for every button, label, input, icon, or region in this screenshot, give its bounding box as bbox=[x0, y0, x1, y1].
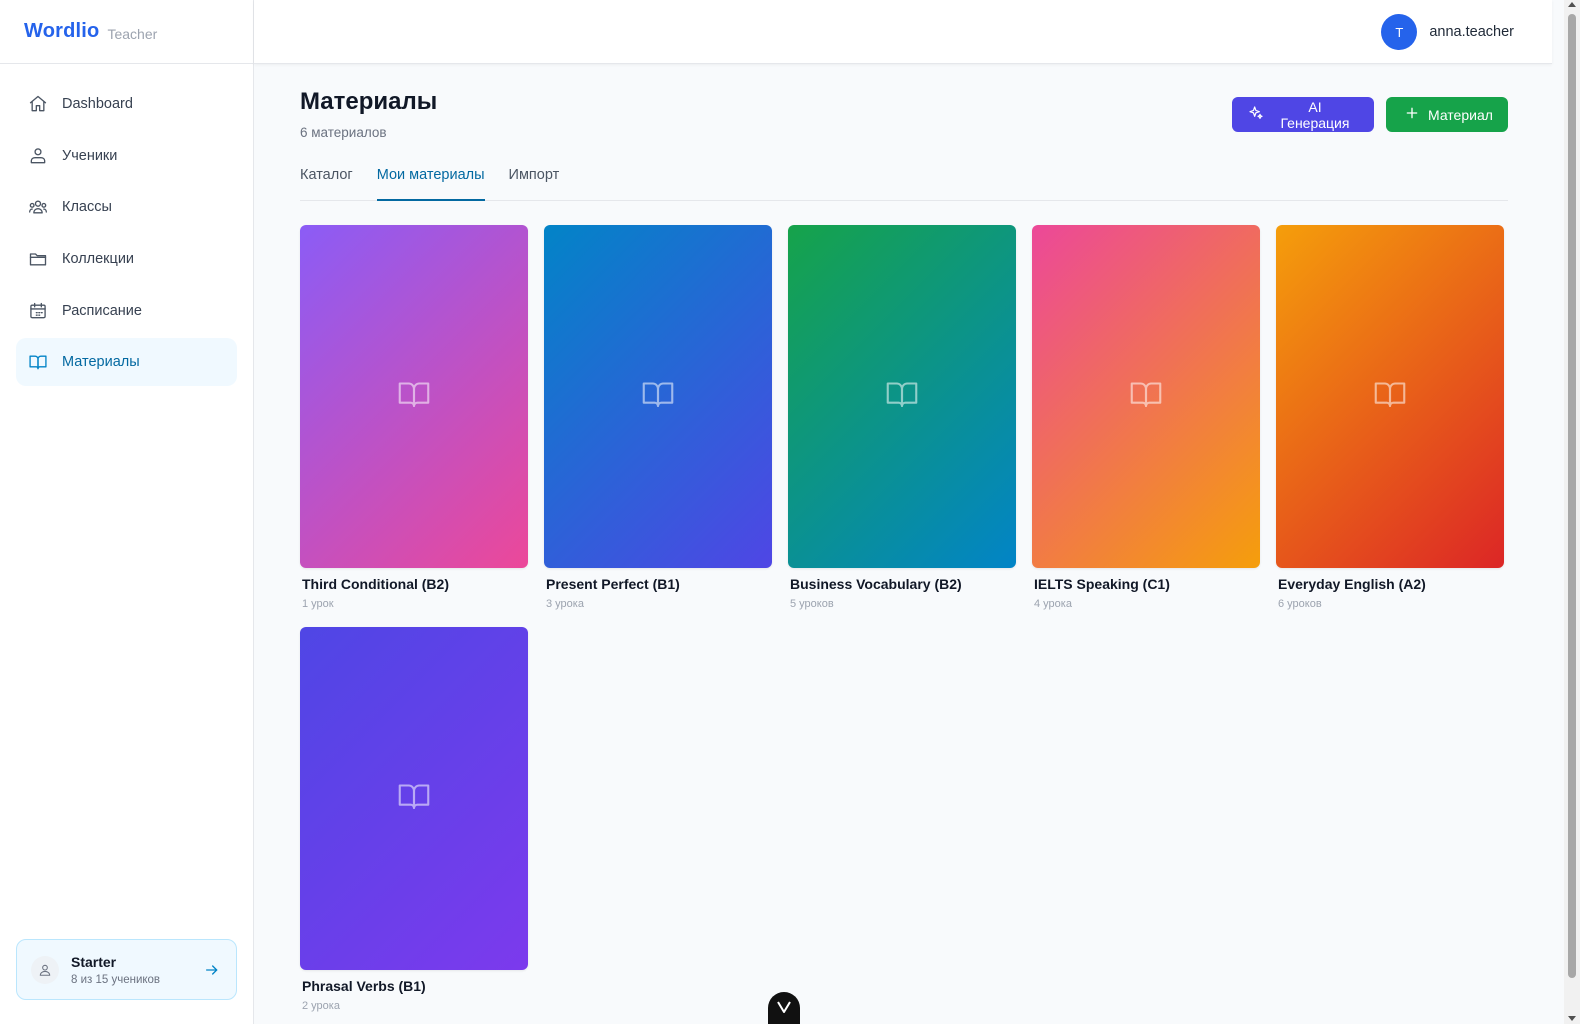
sidebar-item-label: Расписание bbox=[62, 302, 142, 319]
material-title: IELTS Speaking (C1) bbox=[1034, 576, 1170, 592]
tabs: Каталог Мои материалы Импорт bbox=[300, 164, 1508, 201]
material-card[interactable]: Third Conditional (B2) 1 урок bbox=[300, 225, 528, 627]
top-bar: T anna.teacher bbox=[254, 0, 1552, 64]
plan-name: Starter bbox=[71, 953, 117, 970]
avatar: T bbox=[1381, 14, 1418, 50]
add-material-button[interactable]: Материал bbox=[1386, 97, 1508, 132]
material-title: Phrasal Verbs (B1) bbox=[302, 978, 426, 994]
folder-icon bbox=[28, 249, 48, 269]
add-material-label: Материал bbox=[1428, 106, 1493, 123]
scroll-thumb[interactable] bbox=[1568, 14, 1576, 978]
material-lessons: 4 урока bbox=[1034, 598, 1072, 610]
user-icon bbox=[31, 955, 59, 984]
arrow-right-icon bbox=[204, 962, 224, 978]
sidebar-item-materials[interactable]: Материалы bbox=[16, 338, 237, 387]
page-actions: AI Генерация Материал bbox=[1232, 97, 1508, 132]
tab-import[interactable]: Импорт bbox=[509, 164, 560, 201]
sidebar-item-label: Dashboard bbox=[62, 96, 133, 112]
material-card[interactable]: Present Perfect (B1) 3 урока bbox=[544, 225, 772, 627]
material-cover bbox=[544, 225, 772, 568]
book-icon bbox=[28, 352, 48, 372]
chevron-down-icon bbox=[776, 1000, 792, 1019]
sidebar-item-collections[interactable]: Коллекции bbox=[16, 235, 237, 283]
brand-role: Teacher bbox=[107, 25, 158, 42]
plan-usage: 8 из 15 учеников bbox=[71, 973, 161, 986]
classes-icon bbox=[28, 197, 48, 217]
material-card[interactable]: Phrasal Verbs (B1) 2 урока bbox=[300, 627, 528, 1024]
book-icon bbox=[396, 778, 432, 819]
scroll-down-arrow[interactable] bbox=[1568, 1016, 1576, 1021]
sidebar-item-schedule[interactable]: Расписание bbox=[16, 287, 237, 335]
tab-my-materials[interactable]: Мои материалы bbox=[376, 164, 485, 201]
page-title: Материалы bbox=[300, 88, 438, 115]
calendar-icon bbox=[28, 301, 48, 321]
sidebar: Wordlio Teacher Dashboard Ученики Классы bbox=[0, 0, 254, 1024]
sidebar-item-label: Коллекции bbox=[62, 251, 135, 268]
material-cover bbox=[788, 225, 1016, 568]
username: anna.teacher bbox=[1429, 24, 1514, 40]
material-card[interactable]: Everyday English (A2) 6 уроков bbox=[1276, 225, 1504, 627]
plan-card[interactable]: Starter 8 из 15 учеников bbox=[16, 939, 237, 1000]
brand-logo[interactable]: Wordlio bbox=[24, 20, 99, 43]
sidebar-nav: Dashboard Ученики Классы Коллекции Распи… bbox=[0, 64, 253, 387]
sidebar-item-label: Материалы bbox=[62, 354, 140, 371]
material-cover bbox=[300, 627, 528, 970]
sidebar-item-label: Ученики bbox=[62, 147, 118, 164]
material-title: Present Perfect (B1) bbox=[546, 576, 680, 592]
sidebar-item-dashboard[interactable]: Dashboard bbox=[16, 80, 237, 128]
material-title: Third Conditional (B2) bbox=[302, 576, 449, 592]
book-icon bbox=[1128, 376, 1164, 417]
scroll-up-arrow[interactable] bbox=[1568, 2, 1576, 7]
book-icon bbox=[884, 376, 920, 417]
user-menu[interactable]: T anna.teacher bbox=[1381, 14, 1514, 50]
brand: Wordlio Teacher bbox=[0, 0, 253, 64]
book-icon bbox=[396, 376, 432, 417]
material-cover bbox=[300, 225, 528, 568]
tab-catalog[interactable]: Каталог bbox=[300, 164, 353, 201]
plus-icon bbox=[1404, 105, 1420, 124]
material-card[interactable]: Business Vocabulary (B2) 5 уроков bbox=[788, 225, 1016, 627]
sidebar-item-classes[interactable]: Классы bbox=[16, 183, 237, 231]
home-icon bbox=[28, 94, 48, 114]
materials-grid: Third Conditional (B2) 1 урок Present Pe… bbox=[300, 225, 1504, 1024]
ai-generate-label: AI Генерация bbox=[1280, 98, 1350, 131]
book-icon bbox=[640, 376, 676, 417]
students-icon bbox=[28, 146, 48, 166]
sidebar-item-label: Классы bbox=[62, 199, 112, 216]
material-cover bbox=[1032, 225, 1260, 568]
material-lessons: 1 урок bbox=[302, 598, 334, 610]
materials-count: 6 материалов bbox=[300, 125, 387, 140]
sidebar-item-students[interactable]: Ученики bbox=[16, 132, 237, 180]
material-lessons: 3 урока bbox=[546, 598, 584, 610]
sparkles-icon bbox=[1248, 105, 1264, 124]
book-icon bbox=[1372, 376, 1408, 417]
material-lessons: 2 урока bbox=[302, 1000, 340, 1012]
material-title: Business Vocabulary (B2) bbox=[790, 576, 962, 592]
ai-generate-button[interactable]: AI Генерация bbox=[1232, 97, 1374, 132]
material-lessons: 6 уроков bbox=[1278, 598, 1322, 610]
devtools-badge[interactable] bbox=[768, 992, 800, 1024]
material-title: Everyday English (A2) bbox=[1278, 576, 1426, 592]
material-lessons: 5 уроков bbox=[790, 598, 834, 610]
material-cover bbox=[1276, 225, 1504, 568]
material-card[interactable]: IELTS Speaking (C1) 4 урока bbox=[1032, 225, 1260, 627]
scrollbar[interactable] bbox=[1564, 0, 1580, 1024]
